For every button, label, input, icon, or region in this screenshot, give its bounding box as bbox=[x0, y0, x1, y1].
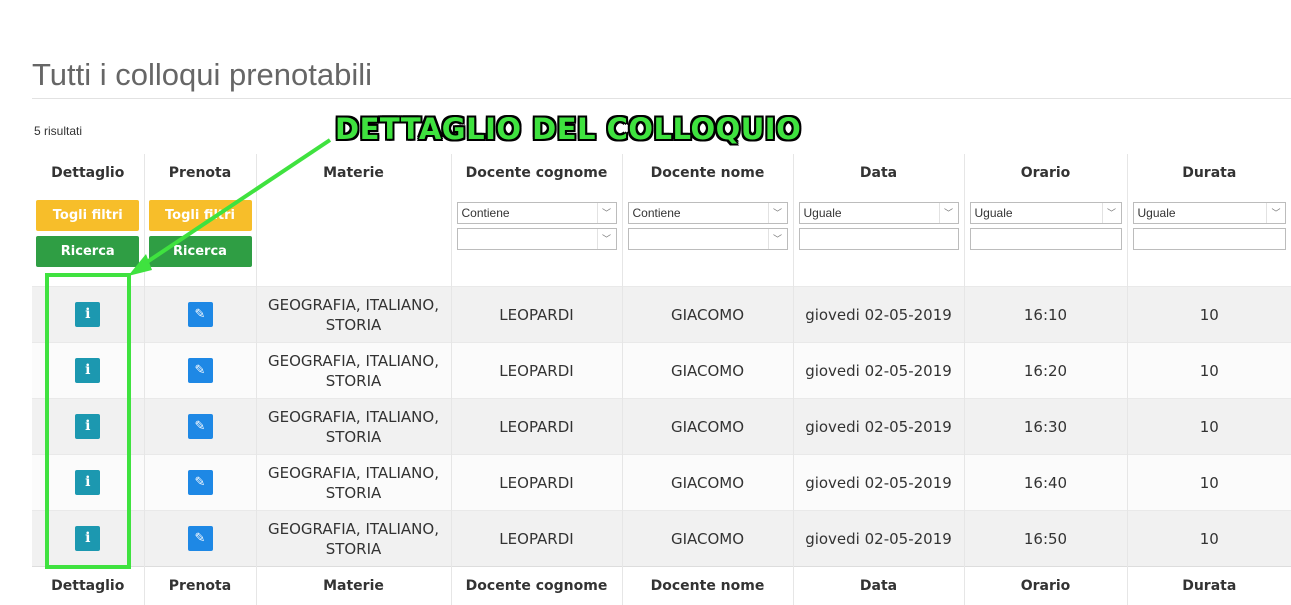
cell-durata: 10 bbox=[1127, 343, 1291, 399]
chevron-down-icon: ﹀ bbox=[939, 203, 958, 223]
annotation-label: DETTAGLIO DEL COLLOQUIO bbox=[335, 112, 801, 146]
cell-orario: 16:40 bbox=[964, 455, 1127, 511]
cell-docente-nome: GIACOMO bbox=[622, 511, 793, 567]
info-icon[interactable]: i bbox=[75, 414, 100, 439]
footer-orario: Orario bbox=[964, 567, 1127, 605]
cell-orario: 16:10 bbox=[964, 287, 1127, 343]
clear-filters-button[interactable]: Togli filtri bbox=[149, 200, 252, 231]
cell-durata: 10 bbox=[1127, 287, 1291, 343]
cell-data: giovedi 02-05-2019 bbox=[793, 511, 964, 567]
table-row: i ✎ GEOGRAFIA, ITALIANO, STORIA LEOPARDI… bbox=[32, 287, 1291, 343]
header-durata[interactable]: Durata bbox=[1127, 154, 1291, 192]
header-docente-cognome[interactable]: Docente cognome bbox=[451, 154, 622, 192]
chevron-down-icon: ﹀ bbox=[597, 229, 616, 249]
chevron-down-icon: ﹀ bbox=[1266, 203, 1285, 223]
cell-data: giovedi 02-05-2019 bbox=[793, 399, 964, 455]
edit-icon[interactable]: ✎ bbox=[188, 470, 213, 495]
cell-materie: GEOGRAFIA, ITALIANO, STORIA bbox=[256, 455, 451, 511]
chevron-down-icon: ﹀ bbox=[597, 203, 616, 223]
durata-filter-input[interactable] bbox=[1133, 228, 1287, 250]
cell-docente-cognome: LEOPARDI bbox=[451, 511, 622, 567]
edit-icon[interactable]: ✎ bbox=[188, 302, 213, 327]
cell-durata: 10 bbox=[1127, 455, 1291, 511]
durata-operator-select[interactable]: Uguale﹀ bbox=[1133, 202, 1287, 224]
cell-orario: 16:20 bbox=[964, 343, 1127, 399]
footer-data: Data bbox=[793, 567, 964, 605]
search-button[interactable]: Ricerca bbox=[36, 236, 139, 267]
colloqui-table: Dettaglio Prenota Materie Docente cognom… bbox=[32, 154, 1291, 605]
edit-icon[interactable]: ✎ bbox=[188, 358, 213, 383]
cell-docente-nome: GIACOMO bbox=[622, 343, 793, 399]
cell-docente-cognome: LEOPARDI bbox=[451, 287, 622, 343]
footer-durata: Durata bbox=[1127, 567, 1291, 605]
footer-prenota: Prenota bbox=[144, 567, 256, 605]
cell-materie: GEOGRAFIA, ITALIANO, STORIA bbox=[256, 511, 451, 567]
edit-icon[interactable]: ✎ bbox=[188, 526, 213, 551]
cell-docente-nome: GIACOMO bbox=[622, 287, 793, 343]
cell-docente-cognome: LEOPARDI bbox=[451, 343, 622, 399]
footer-docente-cognome: Docente cognome bbox=[451, 567, 622, 605]
header-data[interactable]: Data bbox=[793, 154, 964, 192]
result-count: 5 risultati bbox=[34, 124, 82, 138]
table-row: i ✎ GEOGRAFIA, ITALIANO, STORIA LEOPARDI… bbox=[32, 399, 1291, 455]
footer-row: Dettaglio Prenota Materie Docente cognom… bbox=[32, 567, 1291, 605]
cell-docente-cognome: LEOPARDI bbox=[451, 455, 622, 511]
header-docente-nome[interactable]: Docente nome bbox=[622, 154, 793, 192]
header-dettaglio[interactable]: Dettaglio bbox=[32, 154, 144, 192]
page-title: Tutti i colloqui prenotabili bbox=[32, 57, 372, 93]
docente-nome-operator-select[interactable]: Contiene﹀ bbox=[628, 202, 788, 224]
cell-docente-nome: GIACOMO bbox=[622, 455, 793, 511]
chevron-down-icon: ﹀ bbox=[1102, 203, 1121, 223]
cell-data: giovedi 02-05-2019 bbox=[793, 455, 964, 511]
footer-materie: Materie bbox=[256, 567, 451, 605]
docente-cognome-value-select[interactable]: ﹀ bbox=[457, 228, 617, 250]
docente-cognome-operator-select[interactable]: Contiene﹀ bbox=[457, 202, 617, 224]
title-divider bbox=[32, 98, 1291, 99]
chevron-down-icon: ﹀ bbox=[768, 203, 787, 223]
table-row: i ✎ GEOGRAFIA, ITALIANO, STORIA LEOPARDI… bbox=[32, 455, 1291, 511]
cell-durata: 10 bbox=[1127, 399, 1291, 455]
cell-orario: 16:30 bbox=[964, 399, 1127, 455]
table-row: i ✎ GEOGRAFIA, ITALIANO, STORIA LEOPARDI… bbox=[32, 343, 1291, 399]
data-operator-select[interactable]: Uguale﹀ bbox=[799, 202, 959, 224]
footer-docente-nome: Docente nome bbox=[622, 567, 793, 605]
filter-row: Togli filtri Ricerca Togli filtri Ricerc… bbox=[32, 192, 1291, 287]
cell-docente-cognome: LEOPARDI bbox=[451, 399, 622, 455]
header-orario[interactable]: Orario bbox=[964, 154, 1127, 192]
edit-icon[interactable]: ✎ bbox=[188, 414, 213, 439]
orario-filter-input[interactable] bbox=[970, 228, 1122, 250]
info-icon[interactable]: i bbox=[75, 470, 100, 495]
cell-docente-nome: GIACOMO bbox=[622, 399, 793, 455]
chevron-down-icon: ﹀ bbox=[768, 229, 787, 249]
cell-materie: GEOGRAFIA, ITALIANO, STORIA bbox=[256, 399, 451, 455]
cell-data: giovedi 02-05-2019 bbox=[793, 287, 964, 343]
header-row: Dettaglio Prenota Materie Docente cognom… bbox=[32, 154, 1291, 192]
info-icon[interactable]: i bbox=[75, 526, 100, 551]
orario-operator-select[interactable]: Uguale﹀ bbox=[970, 202, 1122, 224]
info-icon[interactable]: i bbox=[75, 358, 100, 383]
cell-orario: 16:50 bbox=[964, 511, 1127, 567]
header-materie[interactable]: Materie bbox=[256, 154, 451, 192]
table-row: i ✎ GEOGRAFIA, ITALIANO, STORIA LEOPARDI… bbox=[32, 511, 1291, 567]
header-prenota[interactable]: Prenota bbox=[144, 154, 256, 192]
cell-materie: GEOGRAFIA, ITALIANO, STORIA bbox=[256, 343, 451, 399]
cell-data: giovedi 02-05-2019 bbox=[793, 343, 964, 399]
docente-nome-value-select[interactable]: ﹀ bbox=[628, 228, 788, 250]
cell-durata: 10 bbox=[1127, 511, 1291, 567]
table-body: i ✎ GEOGRAFIA, ITALIANO, STORIA LEOPARDI… bbox=[32, 287, 1291, 567]
data-filter-input[interactable] bbox=[799, 228, 959, 250]
info-icon[interactable]: i bbox=[75, 302, 100, 327]
search-button[interactable]: Ricerca bbox=[149, 236, 252, 267]
clear-filters-button[interactable]: Togli filtri bbox=[36, 200, 139, 231]
footer-dettaglio: Dettaglio bbox=[32, 567, 144, 605]
cell-materie: GEOGRAFIA, ITALIANO, STORIA bbox=[256, 287, 451, 343]
